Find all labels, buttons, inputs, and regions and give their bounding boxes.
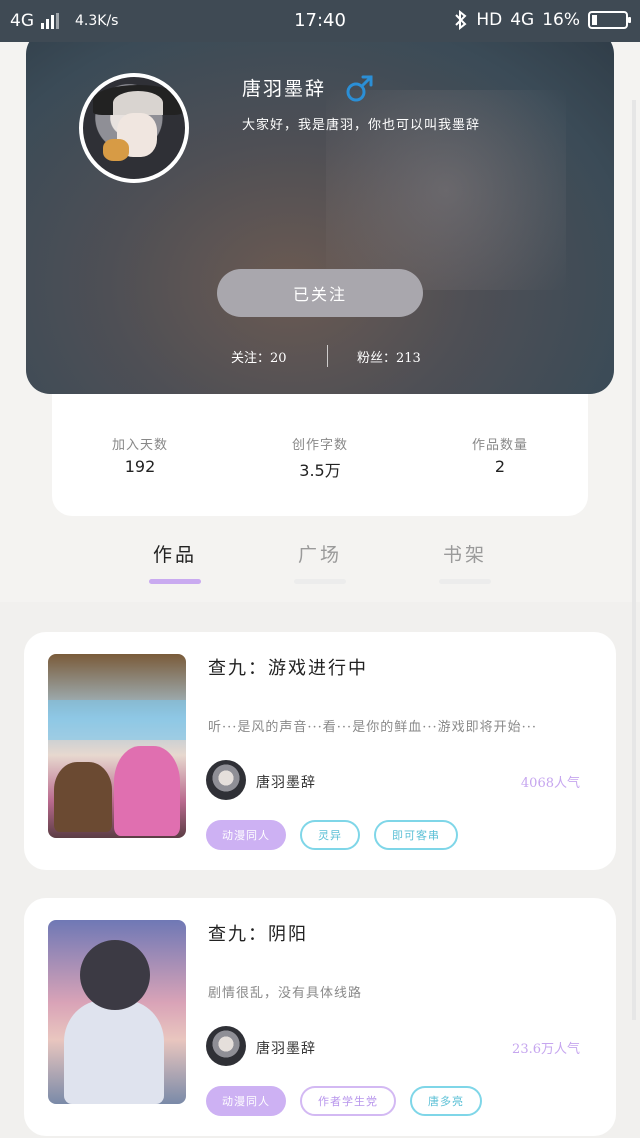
work-cover[interactable] (48, 654, 186, 838)
tab-indicator (439, 579, 491, 584)
stat-works-count: 作品数量 2 (440, 434, 560, 476)
tab-square[interactable]: 广场 (275, 540, 365, 584)
tab-label: 作品 (152, 544, 197, 566)
male-icon (346, 75, 373, 102)
work-title[interactable]: 查九：游戏进行中 (208, 654, 368, 680)
tab-works[interactable]: 作品 (130, 540, 220, 584)
tag-list: 动漫同人 灵异 即可客串 (206, 820, 458, 850)
tag-chip[interactable]: 作者学生党 (300, 1086, 396, 1116)
stat-value: 2 (494, 457, 506, 476)
work-card[interactable]: 查九：阴阳 剧情很乱，没有具体线路 唐羽墨辞 23.6万人气 动漫同人 作者学生… (24, 898, 616, 1136)
followers-count[interactable]: 粉丝：213 (357, 347, 421, 366)
follow-counts: 关注：20 粉丝：213 (26, 345, 614, 367)
tab-indicator (149, 579, 201, 584)
status-bar: 4G 4.3K/s 17:40 HD 4G 16% (0, 0, 640, 42)
tab-indicator (294, 579, 346, 584)
author-name[interactable]: 唐羽墨辞 (256, 1038, 316, 1058)
work-description: 听···是风的声音···看···是你的鲜血···游戏即将开始··· (208, 720, 537, 735)
network-right-label: 4G (510, 10, 535, 30)
work-card[interactable]: 查九：游戏进行中 听···是风的声音···看···是你的鲜血···游戏即将开始·… (24, 632, 616, 870)
tab-bar: 作品 广场 书架 (0, 536, 640, 596)
divider (327, 345, 328, 367)
stat-value: 3.5万 (299, 461, 341, 480)
stat-label: 创作字数 (291, 438, 348, 453)
popularity: 4068人气 (520, 776, 580, 791)
tag-chip[interactable]: 唐多亮 (410, 1086, 482, 1116)
tab-label: 广场 (297, 544, 342, 566)
work-cover[interactable] (48, 920, 186, 1104)
following-count[interactable]: 关注：20 (231, 347, 287, 366)
tab-bookshelf[interactable]: 书架 (420, 540, 510, 584)
author-avatar[interactable] (206, 1026, 246, 1066)
stat-join-days: 加入天数 192 (80, 434, 200, 476)
tag-chip[interactable]: 动漫同人 (206, 820, 286, 850)
follow-button[interactable]: 已关注 (217, 269, 423, 317)
tag-chip[interactable]: 即可客串 (374, 820, 458, 850)
profile-name: 唐羽墨辞 (242, 78, 327, 100)
work-description: 剧情很乱，没有具体线路 (208, 986, 363, 1001)
work-title[interactable]: 查九：阴阳 (208, 920, 308, 946)
tag-chip[interactable]: 动漫同人 (206, 1086, 286, 1116)
stat-value: 192 (124, 457, 156, 476)
popularity: 23.6万人气 (512, 1042, 580, 1057)
battery-icon (588, 11, 631, 29)
author-name[interactable]: 唐羽墨辞 (256, 772, 316, 792)
scrollbar[interactable] (632, 100, 636, 1020)
author-avatar[interactable] (206, 760, 246, 800)
profile-header: 唐羽墨辞 大家好，我是唐羽，你也可以叫我墨辞 已关注 关注：20 粉丝：213 (26, 30, 614, 394)
bluetooth-icon (455, 10, 467, 30)
profile-avatar[interactable] (79, 73, 189, 183)
tag-list: 动漫同人 作者学生党 唐多亮 (206, 1086, 482, 1116)
hd-label: HD (476, 10, 503, 30)
battery-percent: 16% (542, 10, 580, 30)
profile-bio: 大家好，我是唐羽，你也可以叫我墨辞 (242, 118, 481, 133)
stats-card: 加入天数 192 创作字数 3.5万 作品数量 2 (52, 380, 588, 516)
stat-label: 加入天数 (111, 438, 168, 453)
tab-label: 书架 (442, 544, 487, 566)
stat-word-count: 创作字数 3.5万 (260, 434, 380, 481)
tag-chip[interactable]: 灵异 (300, 820, 360, 850)
stat-label: 作品数量 (471, 438, 528, 453)
status-right: HD 4G 16% (454, 10, 631, 30)
